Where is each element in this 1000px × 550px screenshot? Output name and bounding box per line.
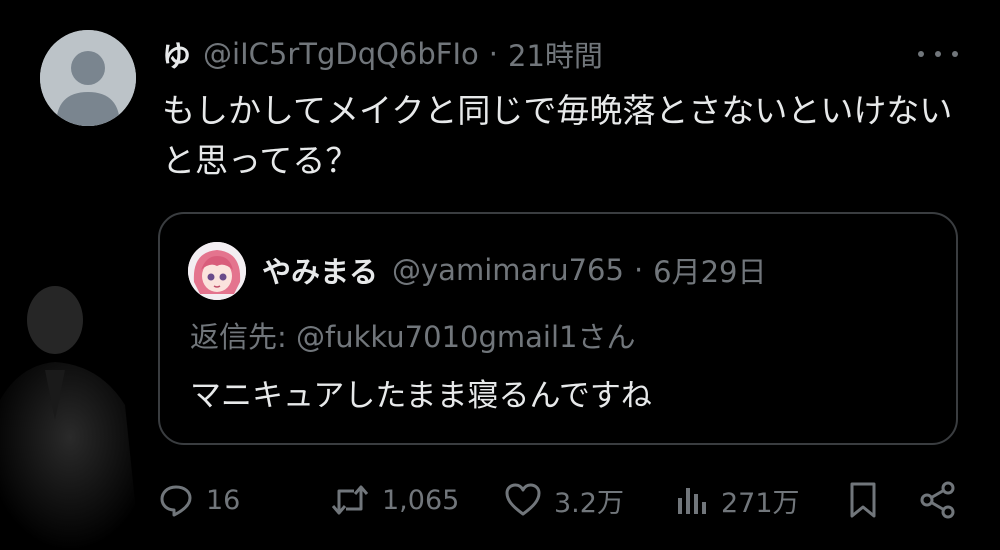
anime-character-avatar-icon[interactable] [188,242,246,300]
views-count: 271万 [721,487,800,519]
share-icon [920,481,955,519]
bookmark-button[interactable] [846,478,880,522]
quoted-author-handle[interactable]: @yamimaru765 [392,253,624,287]
quoted-tweet-header: やみまる @yamimaru765 · 6月29日 [262,250,767,290]
more-dot [918,51,924,57]
action-bar: 16 1,065 3.2万 271万 [158,478,963,522]
retweet-count: 1,065 [382,484,460,516]
like-button[interactable]: 3.2万 [504,478,624,522]
views-chart-icon [678,488,706,514]
author-handle[interactable]: @iIC5rTgDqQ6bFIo [203,37,479,71]
quoted-reply-to: 返信先: @fukku7010gmail1さん [190,314,635,356]
share-button[interactable] [918,478,958,522]
quoted-tweet[interactable]: やみまる @yamimaru765 · 6月29日 返信先: @fukku701… [158,212,958,445]
tweet: ゆ @iIC5rTgDqQ6bFIo · 21時間 もしかしてメイクと同じで毎晩… [0,0,1000,550]
reply-to-mention[interactable]: @fukku7010gmail1さん [296,320,635,354]
reply-to-prefix: 返信先: [190,320,296,354]
quoted-tweet-date[interactable]: 6月29日 [653,249,766,291]
quoted-header-separator: · [633,253,644,287]
header-separator: · [488,37,498,71]
tweet-text: もしかしてメイクと同じで毎晩落とさないといけないと思ってる？ [162,91,953,180]
retweet-icon [331,485,369,515]
more-dot [952,51,958,57]
author-display-name[interactable]: ゆ [162,33,191,75]
tweet-header: ゆ @iIC5rTgDqQ6bFIo · 21時間 [162,34,603,74]
background-person-image [0,286,140,550]
reply-button[interactable]: 16 [158,478,240,522]
views-button[interactable]: 271万 [675,478,800,522]
heart-icon [505,483,541,516]
reply-count: 16 [206,484,241,516]
reply-icon [160,485,192,517]
more-dot [935,51,941,57]
retweet-button[interactable]: 1,065 [330,478,459,522]
default-user-avatar-icon[interactable] [40,30,136,126]
tweet-timestamp[interactable]: 21時間 [508,33,603,75]
more-dots-icon[interactable] [918,40,958,68]
quoted-author-display-name[interactable]: やみまる [262,249,378,291]
like-count: 3.2万 [554,487,624,519]
quoted-tweet-text: マニキュアしたまま寝るんですね [190,378,652,414]
bookmark-icon [850,482,876,518]
